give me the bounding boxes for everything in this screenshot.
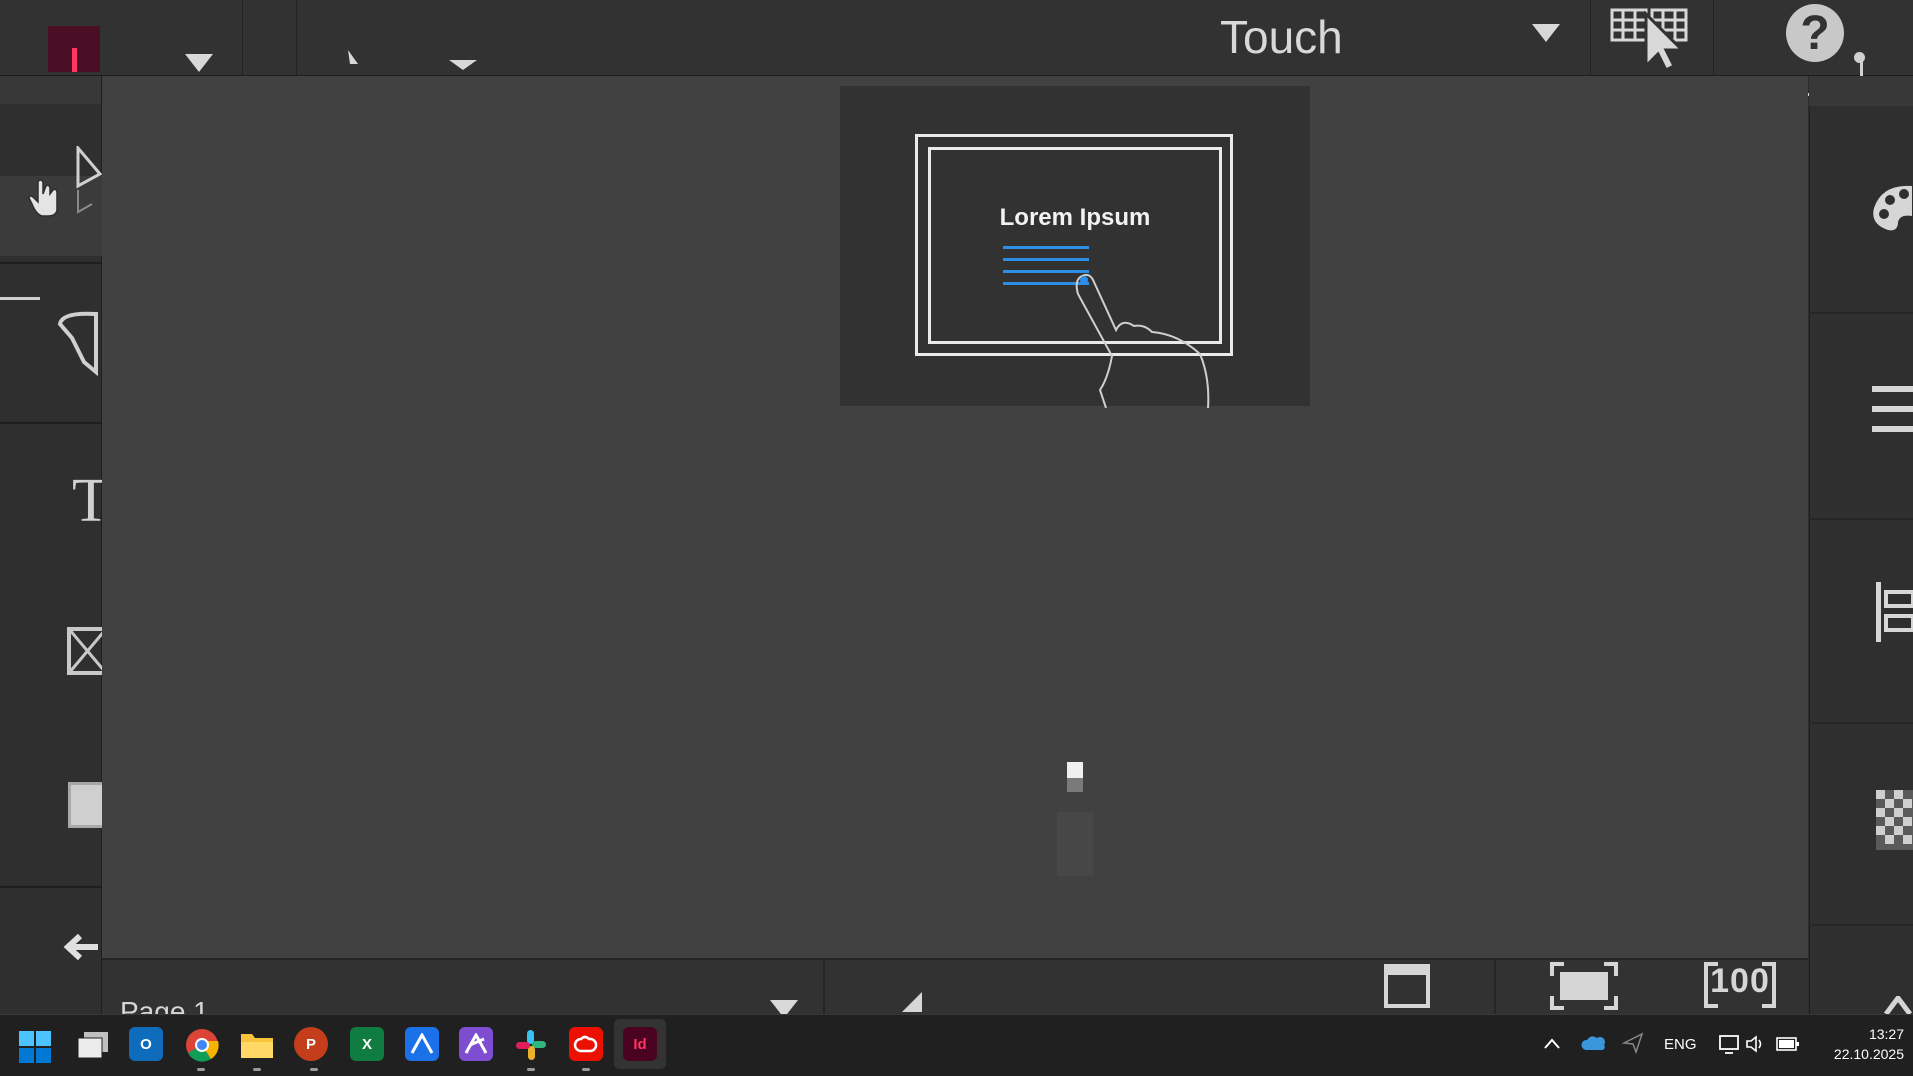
pen-tool-icon[interactable] <box>344 48 364 70</box>
tools-panel-header <box>0 76 101 104</box>
network-icon[interactable] <box>1718 1034 1742 1054</box>
illustration-text-line <box>1003 258 1089 261</box>
running-indicator <box>310 1068 318 1071</box>
status-divider <box>1494 960 1496 1014</box>
affinity-designer-icon[interactable] <box>405 1027 439 1061</box>
panel-divider <box>1809 312 1913 314</box>
menu-lines-icon[interactable] <box>1872 384 1913 436</box>
loading-indicator-shadow <box>1057 812 1093 876</box>
selection-tool-icon[interactable] <box>74 146 104 216</box>
clock-date[interactable]: 22.10.2025 <box>1810 1046 1904 1062</box>
header-divider <box>296 0 297 75</box>
onedrive-icon[interactable] <box>1580 1034 1606 1052</box>
status-divider <box>823 960 825 1014</box>
volume-icon[interactable] <box>1745 1034 1767 1054</box>
back-arrow-icon[interactable] <box>62 930 102 964</box>
affinity-photo-icon[interactable] <box>459 1027 493 1061</box>
workspace-switcher-label[interactable]: Touch <box>1220 10 1343 64</box>
help-icon[interactable]: ? <box>1786 4 1844 62</box>
actual-size-label: 100 <box>1710 962 1770 1000</box>
pen-tool-icon[interactable] <box>56 308 102 378</box>
header-divider <box>1590 0 1591 75</box>
file-explorer-icon[interactable] <box>240 1030 274 1060</box>
transparency-checker-icon[interactable] <box>1876 790 1913 850</box>
clock-time[interactable]: 13:27 <box>1818 1026 1904 1042</box>
app-menu-chevron-down-icon[interactable] <box>185 54 213 72</box>
illustration-title: Lorem Ipsum <box>999 204 1151 231</box>
running-indicator <box>253 1068 261 1071</box>
fit-page-icon[interactable] <box>1550 962 1618 1010</box>
tool-divider <box>0 886 101 888</box>
hand-tool-icon[interactable] <box>26 176 72 220</box>
outlook-icon[interactable]: O <box>129 1027 163 1061</box>
window-view-icon[interactable] <box>1384 964 1430 1008</box>
slack-icon[interactable] <box>514 1028 548 1062</box>
tool-divider <box>0 262 101 264</box>
battery-icon[interactable] <box>1776 1035 1800 1053</box>
illustration-text-line <box>1003 246 1089 249</box>
panel-chevron-up-icon[interactable] <box>1884 996 1913 1014</box>
panel-divider <box>1809 722 1913 724</box>
indesign-icon[interactable]: Id <box>623 1027 657 1061</box>
language-indicator[interactable]: ENG <box>1664 1036 1697 1053</box>
task-view-icon[interactable] <box>76 1030 110 1060</box>
running-indicator <box>582 1068 590 1071</box>
header-divider <box>242 0 243 75</box>
tool-group-marker <box>0 297 40 300</box>
panel-divider <box>1809 924 1913 926</box>
panels-dock-header <box>1809 76 1913 106</box>
windows-start-icon[interactable] <box>19 1031 51 1063</box>
excel-icon[interactable]: X <box>350 1027 384 1061</box>
actual-size-button[interactable]: 100 <box>1704 958 1776 1008</box>
loading-indicator-segment <box>1067 778 1083 792</box>
tray-chevron-up-icon[interactable] <box>1543 1036 1561 1050</box>
creative-cloud-icon[interactable] <box>569 1027 603 1061</box>
color-palette-icon[interactable] <box>1868 180 1913 240</box>
previous-page-icon[interactable] <box>898 990 924 1012</box>
touch-gesture-hand-icon <box>1075 273 1210 408</box>
chrome-icon[interactable] <box>185 1028 219 1062</box>
indesign-logo-icon[interactable] <box>48 26 100 72</box>
powerpoint-icon[interactable]: P <box>294 1027 328 1061</box>
panel-divider <box>1809 518 1913 520</box>
send-arrow-icon[interactable] <box>1622 1032 1644 1054</box>
tool-options-chevron-down-icon[interactable] <box>449 60 477 70</box>
running-indicator <box>197 1068 205 1071</box>
loading-indicator-segment <box>1067 762 1083 778</box>
rectangle-frame-tool-icon[interactable] <box>66 626 102 676</box>
tool-divider <box>0 422 101 424</box>
align-panel-icon[interactable] <box>1876 582 1913 642</box>
header-divider <box>1713 0 1714 75</box>
running-indicator <box>527 1068 535 1071</box>
help-callout-dot <box>1854 52 1865 63</box>
grid-cursor-icon[interactable] <box>1608 4 1692 72</box>
workspace-chevron-down-icon[interactable] <box>1532 24 1560 42</box>
